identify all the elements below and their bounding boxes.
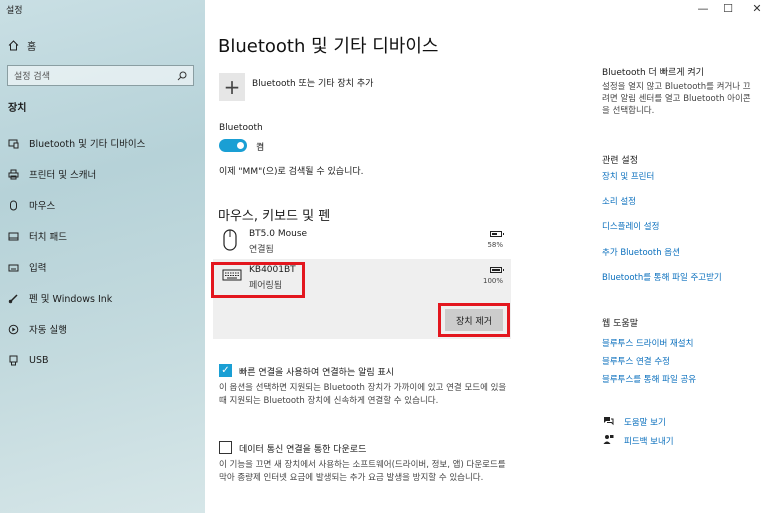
get-help-link[interactable]: 도움말 보기 bbox=[624, 416, 666, 428]
mouse-icon bbox=[223, 229, 237, 251]
quick-bluetooth-title: Bluetooth 더 빠르게 켜기 bbox=[602, 68, 704, 78]
search-input[interactable]: 설정 검색 bbox=[14, 69, 50, 82]
usb-icon bbox=[8, 355, 19, 366]
autoplay-icon bbox=[8, 324, 19, 335]
plus-icon: + bbox=[223, 75, 241, 99]
sidebar-item-touchpad[interactable]: 터치 패드 bbox=[8, 228, 67, 244]
feedback-link[interactable]: 피드백 보내기 bbox=[624, 435, 674, 447]
sidebar-item-label: 터치 패드 bbox=[29, 232, 67, 243]
sidebar-item-bluetooth[interactable]: Bluetooth 및 기타 디바이스 bbox=[8, 135, 145, 151]
printer-icon bbox=[8, 169, 19, 180]
link-display-settings[interactable]: 디스플레이 설정 bbox=[602, 220, 659, 232]
sidebar-item-label: 펜 및 Windows Ink bbox=[29, 294, 113, 305]
get-help-icon bbox=[604, 417, 614, 426]
link-send-receive-files[interactable]: Bluetooth를 통해 파일 주고받기 bbox=[602, 271, 722, 283]
related-settings-title: 관련 설정 bbox=[602, 156, 638, 166]
battery-percent: 58% bbox=[487, 241, 503, 249]
add-device-button[interactable]: + bbox=[219, 73, 245, 101]
metered-download-description: 이 기능을 끄면 새 장치에서 사용하는 소프트웨어(드라이버, 정보, 앱) … bbox=[219, 460, 506, 483]
sidebar-item-label: Bluetooth 및 기타 디바이스 bbox=[29, 139, 146, 150]
swift-pair-checkbox[interactable]: ✓ bbox=[219, 364, 232, 377]
metered-download-checkbox[interactable] bbox=[219, 441, 232, 454]
section-mouse-keyboard-pen: 마우스, 키보드 및 펜 bbox=[218, 209, 331, 224]
bluetooth-devices-icon bbox=[8, 138, 19, 149]
add-device-label[interactable]: Bluetooth 또는 기타 장치 추가 bbox=[252, 76, 373, 89]
sidebar-item-label: 프린터 및 스캐너 bbox=[29, 170, 97, 181]
link-more-bluetooth-options[interactable]: 추가 Bluetooth 옵션 bbox=[602, 246, 680, 258]
page-title: Bluetooth 및 기타 디바이스 bbox=[218, 36, 439, 57]
sidebar-item-typing[interactable]: 입력 bbox=[8, 259, 46, 275]
toggle-state-label: 켬 bbox=[256, 143, 265, 153]
keyboard-icon bbox=[8, 262, 19, 273]
sidebar-item-label: 자동 실행 bbox=[29, 325, 67, 336]
mouse-icon bbox=[8, 200, 19, 211]
search-icon bbox=[177, 71, 187, 80]
section-title-devices: 장치 bbox=[8, 103, 27, 114]
quick-bluetooth-text: 설정을 열지 않고 Bluetooth를 켜거나 끄려면 알림 센터를 열고 B… bbox=[602, 82, 751, 116]
sidebar-item-usb[interactable]: USB bbox=[8, 352, 49, 368]
window-title: 설정 bbox=[6, 6, 23, 16]
feedback-icon bbox=[603, 435, 614, 444]
maximize-button[interactable]: ☐ bbox=[720, 2, 736, 15]
sidebar-item-label: USB bbox=[29, 354, 49, 366]
bluetooth-label: Bluetooth bbox=[219, 123, 263, 133]
link-fix-connection[interactable]: 블루투스 연결 수정 bbox=[602, 355, 670, 367]
search-box[interactable]: 설정 검색 bbox=[7, 65, 194, 86]
link-devices-printers[interactable]: 장치 및 프린터 bbox=[602, 170, 654, 182]
link-sound-settings[interactable]: 소리 설정 bbox=[602, 195, 636, 207]
web-help-title: 웹 도움말 bbox=[602, 319, 638, 329]
home-icon bbox=[8, 40, 19, 51]
link-share-files[interactable]: 블루투스를 통해 파일 공유 bbox=[602, 373, 696, 385]
sidebar-item-mouse[interactable]: 마우스 bbox=[8, 197, 55, 213]
device-mouse[interactable]: BT5.0 Mouse 연결됨 58% bbox=[213, 223, 511, 257]
sidebar-item-pen[interactable]: 펜 및 Windows Ink bbox=[8, 290, 112, 306]
home-nav[interactable]: 홈 bbox=[8, 38, 36, 53]
touchpad-icon bbox=[8, 231, 19, 242]
home-label: 홈 bbox=[27, 42, 37, 53]
battery-icon bbox=[490, 231, 504, 237]
link-reinstall-driver[interactable]: 블루투스 드라이버 재설치 bbox=[602, 337, 693, 349]
highlight-box-device bbox=[211, 262, 305, 298]
close-button[interactable]: ✕ bbox=[749, 2, 765, 15]
sidebar-item-autoplay[interactable]: 자동 실행 bbox=[8, 321, 67, 337]
sidebar-item-label: 마우스 bbox=[29, 201, 56, 212]
sidebar-item-label: 입력 bbox=[29, 263, 47, 274]
sidebar: 설정 홈 설정 검색 장치 Bluetooth 및 기타 디바이스 프린터 및 … bbox=[0, 0, 205, 513]
discoverable-text: 이제 "MM"(으)로 검색될 수 있습니다. bbox=[219, 167, 364, 177]
pen-icon bbox=[8, 293, 19, 304]
battery-percent: 100% bbox=[482, 277, 503, 285]
device-name: BT5.0 Mouse bbox=[249, 229, 308, 239]
toggle-knob bbox=[237, 142, 244, 149]
swift-pair-label: 빠른 연결을 사용하여 연결하는 알림 표시 bbox=[239, 368, 395, 378]
highlight-box-remove bbox=[438, 303, 510, 337]
swift-pair-description: 이 옵션을 선택하면 지원되는 Bluetooth 장치가 가까이에 있고 연결… bbox=[219, 383, 507, 406]
device-status: 연결됨 bbox=[249, 245, 274, 255]
bluetooth-toggle[interactable] bbox=[219, 139, 247, 152]
checkmark-icon: ✓ bbox=[221, 365, 230, 376]
battery-icon bbox=[490, 267, 504, 273]
sidebar-item-printers[interactable]: 프린터 및 스캐너 bbox=[8, 166, 96, 182]
minimize-button[interactable]: — bbox=[695, 2, 711, 15]
metered-download-label: 데이터 통신 연결을 통한 다운로드 bbox=[239, 445, 367, 455]
